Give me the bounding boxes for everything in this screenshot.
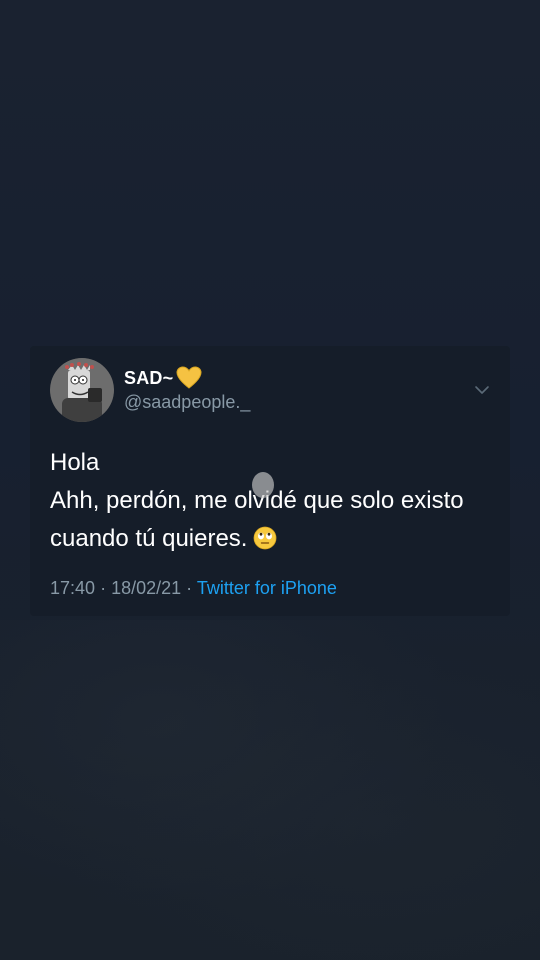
tweet-source-link[interactable]: Twitter for iPhone (197, 578, 337, 598)
meta-separator: · (186, 578, 193, 598)
display-name[interactable]: SAD~ (124, 368, 173, 389)
tweet-text: Hola Ahh, perdón, me olvidé que solo exi… (50, 444, 500, 558)
chevron-down-icon[interactable] (474, 382, 490, 398)
tweet-text-line: Hola (50, 449, 100, 476)
screen: SAD~ @saadpeople._ Hola Ahh, perdón, me … (0, 0, 540, 960)
background-texture (0, 620, 540, 960)
tweet-text-line: Ahh, perdón, me olvidé que solo existo (50, 487, 464, 514)
tweet-text-segment: cuando tú quieres. (50, 525, 248, 552)
yellow-heart-icon (176, 366, 202, 389)
avatar-icon (50, 358, 114, 422)
tweet-time: 17:40 (50, 578, 96, 598)
touch-indicator (252, 472, 274, 498)
tweet-meta: 17:40 · 18/02/21 · Twitter for iPhone (50, 578, 337, 599)
avatar[interactable] (50, 358, 114, 422)
tweet-date: 18/02/21 (111, 578, 182, 598)
rolling-eyes-emoji-icon (254, 526, 277, 550)
meta-separator: · (100, 578, 107, 598)
user-handle[interactable]: @saadpeople._ (124, 392, 250, 413)
tweet-text-line: cuando tú quieres. (50, 520, 500, 558)
